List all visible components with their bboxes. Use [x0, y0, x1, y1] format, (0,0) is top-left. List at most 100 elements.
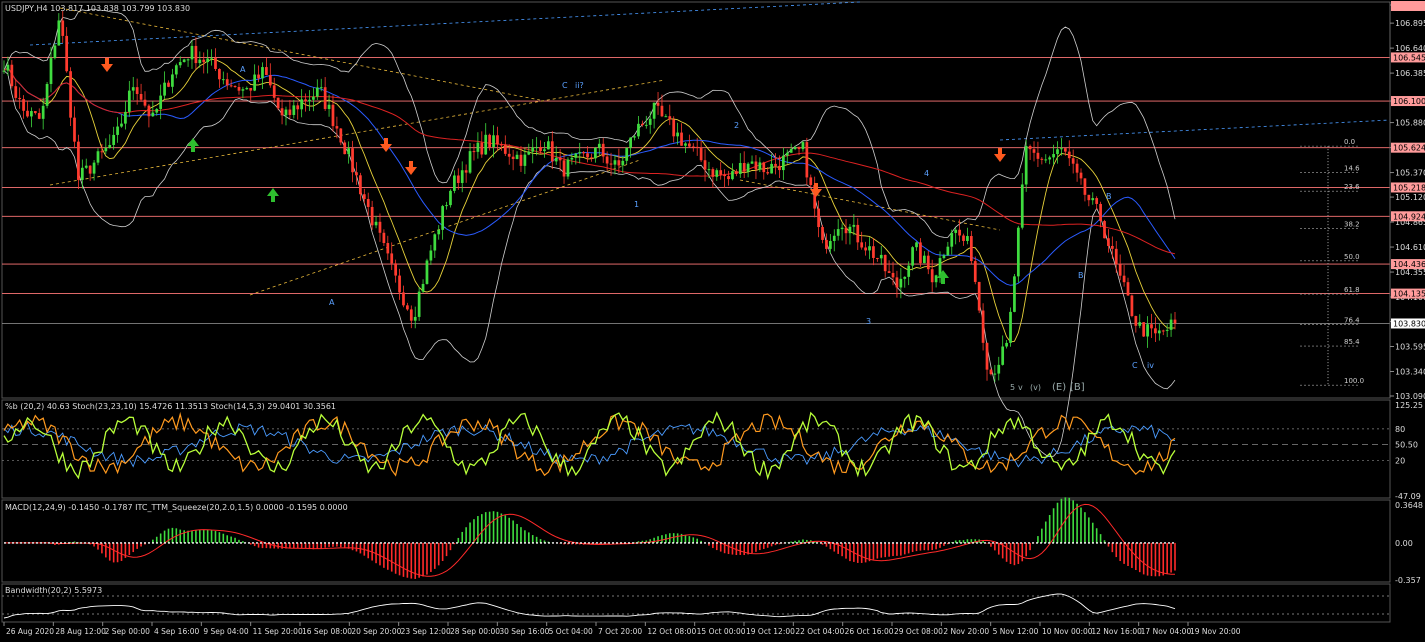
candle-body [633, 136, 636, 138]
candle-body [1134, 316, 1138, 326]
fib-label: 85.4 [1344, 338, 1360, 346]
candle-body [433, 234, 437, 251]
bandwidth-panel [2, 593, 1390, 619]
candle-body [1107, 238, 1110, 246]
stoch-slow-line [3, 411, 1176, 477]
time-tick-label: 23 Sep 12:00 [401, 627, 451, 636]
candle-body [774, 163, 777, 166]
candle-body [868, 246, 871, 251]
candle-body [793, 147, 797, 150]
candle-body [276, 97, 280, 109]
candle-body [1040, 158, 1044, 160]
candle-body [496, 135, 499, 145]
candle-body [887, 271, 891, 273]
candle-body [605, 156, 609, 164]
candle-body [257, 74, 260, 79]
candle-body [280, 108, 284, 116]
candle-body [323, 87, 327, 109]
candle-body [202, 59, 206, 63]
candle-body [817, 208, 820, 228]
time-tick-label: 26 Aug 2020 [6, 627, 54, 636]
candle-body [245, 87, 249, 90]
wave-label: 1 [634, 200, 639, 209]
candle-body [92, 162, 96, 174]
candle-body [688, 143, 691, 147]
candle-body [73, 117, 76, 142]
candle-body [535, 147, 538, 149]
candle-body [331, 104, 335, 127]
candle-body [194, 45, 198, 64]
stoch-panel-frame [1, 399, 1391, 499]
candle-body [18, 97, 22, 100]
candle-body [738, 163, 742, 174]
candle-body [96, 151, 100, 163]
current-price-text: 103.830 [1393, 319, 1425, 328]
candle-body [625, 147, 629, 161]
candle-body [1161, 330, 1165, 332]
candle-body [218, 68, 221, 80]
candle-body [958, 229, 961, 236]
candle-body [1060, 148, 1063, 150]
candle-body [711, 169, 715, 177]
macd-tick-label: 0.00 [1395, 539, 1413, 548]
candle-body [883, 254, 887, 272]
candle-body [1052, 154, 1055, 158]
candle-body [33, 111, 37, 114]
candle-body [993, 373, 997, 375]
candle-body [609, 163, 613, 165]
candle-body [652, 102, 656, 119]
candle-body [472, 151, 476, 153]
candle-body [409, 309, 413, 321]
candle-body [781, 155, 785, 171]
candle-body [789, 149, 793, 153]
candle-body [719, 170, 723, 175]
fib-label: 61.8 [1344, 286, 1360, 294]
candle-body [715, 170, 719, 177]
candle-body [899, 278, 903, 288]
candle-body [977, 281, 981, 311]
time-tick-label: 20 Sep 20:00 [351, 627, 401, 636]
fib-label: 14.6 [1344, 165, 1360, 173]
candle-body [53, 45, 57, 59]
candle-body [981, 310, 985, 343]
time-tick-label: 26 Oct 16:00 [845, 627, 894, 636]
candle-body [2, 70, 6, 72]
candle-body [801, 142, 805, 150]
chart-window[interactable]: 0.0 14.6 23.6 38.2 50.0 61.8 76.4 85.4 100.0 A B C… [0, 0, 1425, 638]
price-level-tag-text: 105.624 [1393, 144, 1425, 153]
candle-body [421, 283, 425, 292]
candle-body [312, 96, 315, 100]
candle-body [629, 137, 632, 148]
candle-body [265, 67, 268, 75]
candle-body [1075, 163, 1079, 173]
candle-body [742, 163, 746, 172]
candle-body [770, 163, 773, 174]
candle-body [934, 275, 938, 283]
candles [2, 10, 1177, 383]
candle-body [1130, 295, 1134, 317]
candle-body [778, 165, 781, 171]
wave-label: A [240, 65, 246, 74]
candle-body [1169, 319, 1173, 330]
candle-body [500, 144, 503, 146]
candle-body [402, 292, 405, 306]
candle-body [120, 123, 123, 127]
candle-body [1118, 264, 1122, 276]
candle-body [425, 260, 429, 284]
candle-body [484, 134, 488, 155]
candle-body [601, 143, 605, 157]
candle-body [57, 20, 61, 46]
candle-body [966, 236, 969, 241]
price-chart[interactable]: 0.0 14.6 23.6 38.2 50.0 61.8 76.4 85.4 100.0 A B C… [0, 0, 1425, 638]
wave-label: iv [1147, 361, 1154, 370]
candle-body [734, 171, 738, 174]
fib-label: 38.2 [1344, 220, 1360, 228]
candle-body [582, 152, 585, 154]
arrow-up-icon [267, 188, 279, 202]
candle-body [104, 147, 108, 152]
candle-body [370, 206, 374, 226]
price-tick-label: 105.120 [1395, 193, 1425, 202]
candle-body [985, 342, 989, 370]
candle-body [594, 147, 597, 159]
ma-mid [3, 66, 1176, 286]
